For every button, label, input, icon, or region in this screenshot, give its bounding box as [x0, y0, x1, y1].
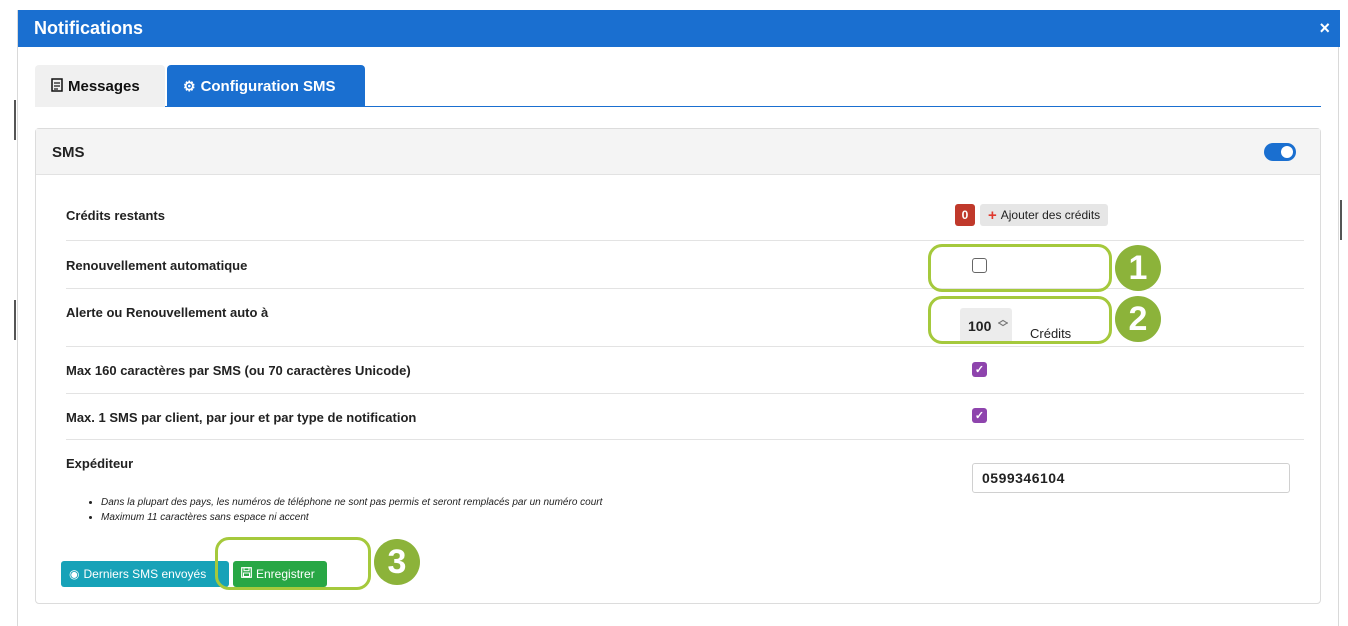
highlight-frame-3 [215, 537, 371, 590]
document-icon [51, 77, 63, 95]
sms-card: SMS Crédits restants Renouvellement auto… [35, 128, 1321, 604]
highlight-frame-2 [928, 296, 1112, 344]
alert-label: Alerte ou Renouvellement auto à [66, 305, 269, 320]
sender-note: Dans la plupart des pays, les numéros de… [101, 497, 602, 508]
tab-configuration-sms[interactable]: ⚙ Configuration SMS [167, 65, 365, 107]
sender-notes: Dans la plupart des pays, les numéros de… [101, 497, 602, 527]
tab-configuration-sms-label: Configuration SMS [200, 77, 336, 95]
credits-label: Crédits restants [66, 208, 165, 223]
max160-label: Max 160 caractères par SMS (ou 70 caract… [66, 363, 411, 378]
credits-row: Crédits restants [66, 195, 1304, 241]
sms-card-title: SMS [52, 144, 85, 161]
max160-row: Max 160 caractères par SMS (ou 70 caract… [66, 347, 1304, 394]
last-sms-sent-label: Derniers SMS envoyés [83, 567, 207, 581]
callout-number-1: 1 [1115, 245, 1161, 291]
modal-title: Notifications [34, 18, 144, 38]
last-sms-sent-button[interactable]: ◉ Derniers SMS envoyés [61, 561, 229, 587]
sender-input[interactable] [972, 463, 1290, 493]
modal-header: Notifications × [18, 10, 1340, 47]
background-edge-mark [1340, 200, 1342, 240]
auto-renew-label: Renouvellement automatique [66, 258, 248, 273]
add-credits-button[interactable]: + Ajouter des crédits [980, 204, 1109, 226]
plus-icon: + [988, 206, 997, 224]
background-edge-mark [14, 300, 16, 340]
sms-card-header: SMS [36, 129, 1320, 175]
callout-number-2: 2 [1115, 296, 1161, 342]
max1-row: Max. 1 SMS par client, par jour et par t… [66, 394, 1304, 440]
sender-note: Maximum 11 caractères sans espace ni acc… [101, 512, 602, 523]
notifications-modal: Notifications × Messages ⚙ Configuration… [17, 10, 1340, 626]
sms-enabled-toggle[interactable] [1264, 143, 1296, 161]
check-icon: ✓ [974, 410, 985, 422]
add-credits-label: Ajouter des crédits [1000, 208, 1101, 222]
background-edge-mark [14, 100, 16, 140]
gear-icon: ⚙ [183, 77, 196, 94]
sender-label: Expéditeur [66, 456, 134, 471]
callout-number-3: 3 [374, 539, 420, 585]
highlight-frame-1 [928, 244, 1112, 292]
check-icon: ✓ [974, 364, 985, 376]
tab-bar: Messages ⚙ Configuration SMS [35, 65, 1321, 107]
credits-count-badge: 0 [955, 204, 975, 226]
max1-label: Max. 1 SMS par client, par jour et par t… [66, 410, 417, 425]
eye-icon: ◉ [69, 567, 80, 581]
close-icon[interactable]: × [1319, 18, 1330, 39]
tab-messages-label: Messages [68, 77, 140, 95]
tab-messages[interactable]: Messages [35, 65, 165, 107]
max160-checkbox[interactable]: ✓ [972, 362, 987, 377]
max1-checkbox[interactable]: ✓ [972, 408, 987, 423]
